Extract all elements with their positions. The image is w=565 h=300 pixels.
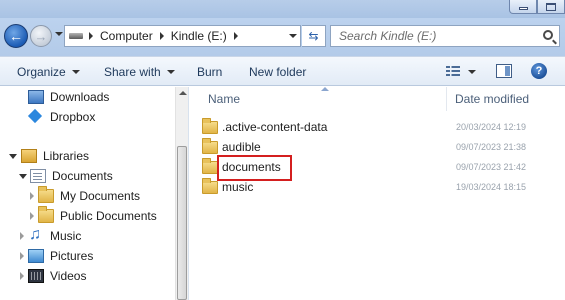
videos-icon bbox=[28, 269, 44, 283]
organize-button[interactable]: Organize bbox=[17, 65, 80, 79]
drive-icon bbox=[69, 33, 83, 39]
breadcrumb-arrow-icon[interactable] bbox=[89, 32, 93, 40]
refresh-icon: ⇆ bbox=[308, 29, 319, 43]
nav-item-label: Videos bbox=[50, 269, 87, 283]
scrollbar-thumb[interactable] bbox=[177, 146, 187, 300]
nav-item-label: Libraries bbox=[43, 149, 90, 163]
help-icon[interactable]: ? bbox=[531, 63, 547, 79]
nav-item-public-documents[interactable]: Public Documents bbox=[30, 206, 157, 225]
nav-item-dropbox[interactable]: Dropbox bbox=[28, 108, 95, 126]
pictures-icon bbox=[28, 249, 44, 263]
chevron-down-icon bbox=[166, 70, 175, 74]
burn-label: Burn bbox=[197, 65, 223, 79]
nav-item-documents[interactable]: Documents bbox=[19, 167, 113, 185]
organize-label: Organize bbox=[17, 65, 66, 79]
breadcrumb-arrow-icon[interactable] bbox=[159, 32, 164, 40]
maximize-button[interactable] bbox=[537, 0, 565, 14]
collapsed-arrow-icon[interactable] bbox=[30, 212, 34, 220]
title-bar bbox=[0, 0, 565, 18]
folder-icon bbox=[202, 178, 218, 194]
refresh-button[interactable]: ⇆ bbox=[302, 25, 326, 47]
chevron-down-icon bbox=[71, 70, 80, 74]
scroll-up-icon[interactable] bbox=[179, 91, 187, 95]
address-dropdown-icon[interactable] bbox=[289, 34, 297, 38]
navigation-pane: Downloads Dropbox Libraries Documents My… bbox=[0, 87, 188, 300]
nav-item-libraries[interactable]: Libraries bbox=[9, 147, 89, 165]
forward-arrow-icon: → bbox=[34, 28, 48, 44]
search-icon[interactable] bbox=[543, 30, 553, 40]
folder-icon bbox=[202, 138, 218, 154]
new-folder-label: New folder bbox=[249, 65, 307, 79]
nav-item-pictures[interactable]: Pictures bbox=[20, 247, 93, 265]
nav-scrollbar[interactable] bbox=[175, 87, 188, 300]
breadcrumb-computer[interactable]: Computer bbox=[100, 29, 153, 43]
views-dropdown-icon[interactable] bbox=[468, 70, 476, 74]
change-view-icon[interactable] bbox=[446, 66, 460, 78]
file-date: 09/07/2023 21:38 bbox=[456, 142, 527, 152]
back-button[interactable]: ← bbox=[4, 24, 28, 48]
minimize-button[interactable] bbox=[509, 0, 537, 14]
nav-item-my-documents[interactable]: My Documents bbox=[30, 186, 141, 205]
share-with-button[interactable]: Share with bbox=[104, 65, 175, 79]
collapsed-arrow-icon[interactable] bbox=[20, 232, 24, 240]
recent-pages-dropdown[interactable] bbox=[55, 32, 63, 36]
forward-button[interactable]: → bbox=[30, 25, 52, 47]
file-name: .active-content-data bbox=[222, 120, 328, 134]
music-icon bbox=[28, 226, 44, 244]
column-header-name[interactable]: Name bbox=[208, 92, 240, 106]
downloads-icon bbox=[28, 90, 44, 104]
expanded-arrow-icon[interactable] bbox=[9, 153, 17, 159]
collapsed-arrow-icon[interactable] bbox=[20, 272, 24, 280]
column-header-date-modified[interactable]: Date modified bbox=[455, 92, 529, 106]
expanded-arrow-icon[interactable] bbox=[19, 173, 27, 179]
list-item[interactable]: .active-content-data 20/03/2024 12:19 bbox=[202, 117, 562, 137]
collapsed-arrow-icon[interactable] bbox=[30, 192, 34, 200]
libraries-icon bbox=[21, 149, 37, 163]
list-item[interactable]: audible 09/07/2023 21:38 bbox=[202, 137, 562, 157]
file-date: 19/03/2024 18:15 bbox=[456, 182, 527, 192]
nav-item-downloads[interactable]: Downloads bbox=[28, 88, 109, 106]
file-name: audible bbox=[222, 140, 261, 154]
documents-icon bbox=[30, 169, 46, 183]
folder-icon bbox=[38, 206, 54, 223]
new-folder-button[interactable]: New folder bbox=[249, 65, 306, 79]
command-bar: Organize Share with Burn New folder ? bbox=[0, 56, 565, 86]
sort-ascending-icon bbox=[321, 87, 329, 91]
preview-pane-icon[interactable] bbox=[496, 64, 512, 78]
nav-item-label: Dropbox bbox=[50, 110, 96, 124]
nav-item-label: Public Documents bbox=[60, 209, 157, 223]
column-separator[interactable] bbox=[446, 87, 447, 111]
breadcrumb-kindle[interactable]: Kindle (E:) bbox=[171, 29, 227, 43]
nav-item-music[interactable]: Music bbox=[20, 226, 82, 245]
folder-icon bbox=[38, 186, 54, 203]
file-date: 20/03/2024 12:19 bbox=[456, 122, 527, 132]
address-bar[interactable]: Computer Kindle (E:) bbox=[64, 25, 301, 47]
nav-item-label: Documents bbox=[52, 169, 113, 183]
pane-divider[interactable] bbox=[188, 87, 189, 300]
file-name: music bbox=[222, 180, 254, 194]
folder-icon bbox=[202, 118, 218, 134]
nav-item-label: My Documents bbox=[60, 189, 141, 203]
folder-icon bbox=[202, 158, 218, 174]
search-input[interactable] bbox=[331, 26, 521, 46]
collapsed-arrow-icon[interactable] bbox=[20, 252, 24, 260]
file-list: Name Date modified .active-content-data … bbox=[190, 87, 565, 300]
maximize-icon bbox=[546, 2, 556, 11]
nav-item-label: Pictures bbox=[50, 249, 94, 263]
breadcrumb-arrow-icon[interactable] bbox=[233, 32, 238, 40]
address-row: ← → Computer Kindle (E:) ⇆ bbox=[0, 18, 565, 56]
nav-item-label: Downloads bbox=[50, 90, 110, 104]
search-box bbox=[330, 25, 560, 47]
dropbox-icon bbox=[28, 110, 44, 124]
window-controls bbox=[509, 0, 565, 14]
highlight-box bbox=[217, 155, 292, 181]
nav-item-videos[interactable]: Videos bbox=[20, 267, 86, 285]
back-arrow-icon: ← bbox=[9, 28, 23, 44]
nav-item-label: Music bbox=[50, 229, 82, 243]
minimize-icon bbox=[518, 7, 528, 10]
share-with-label: Share with bbox=[104, 65, 161, 79]
burn-button[interactable]: Burn bbox=[197, 65, 222, 79]
file-date: 09/07/2023 21:42 bbox=[456, 162, 527, 172]
